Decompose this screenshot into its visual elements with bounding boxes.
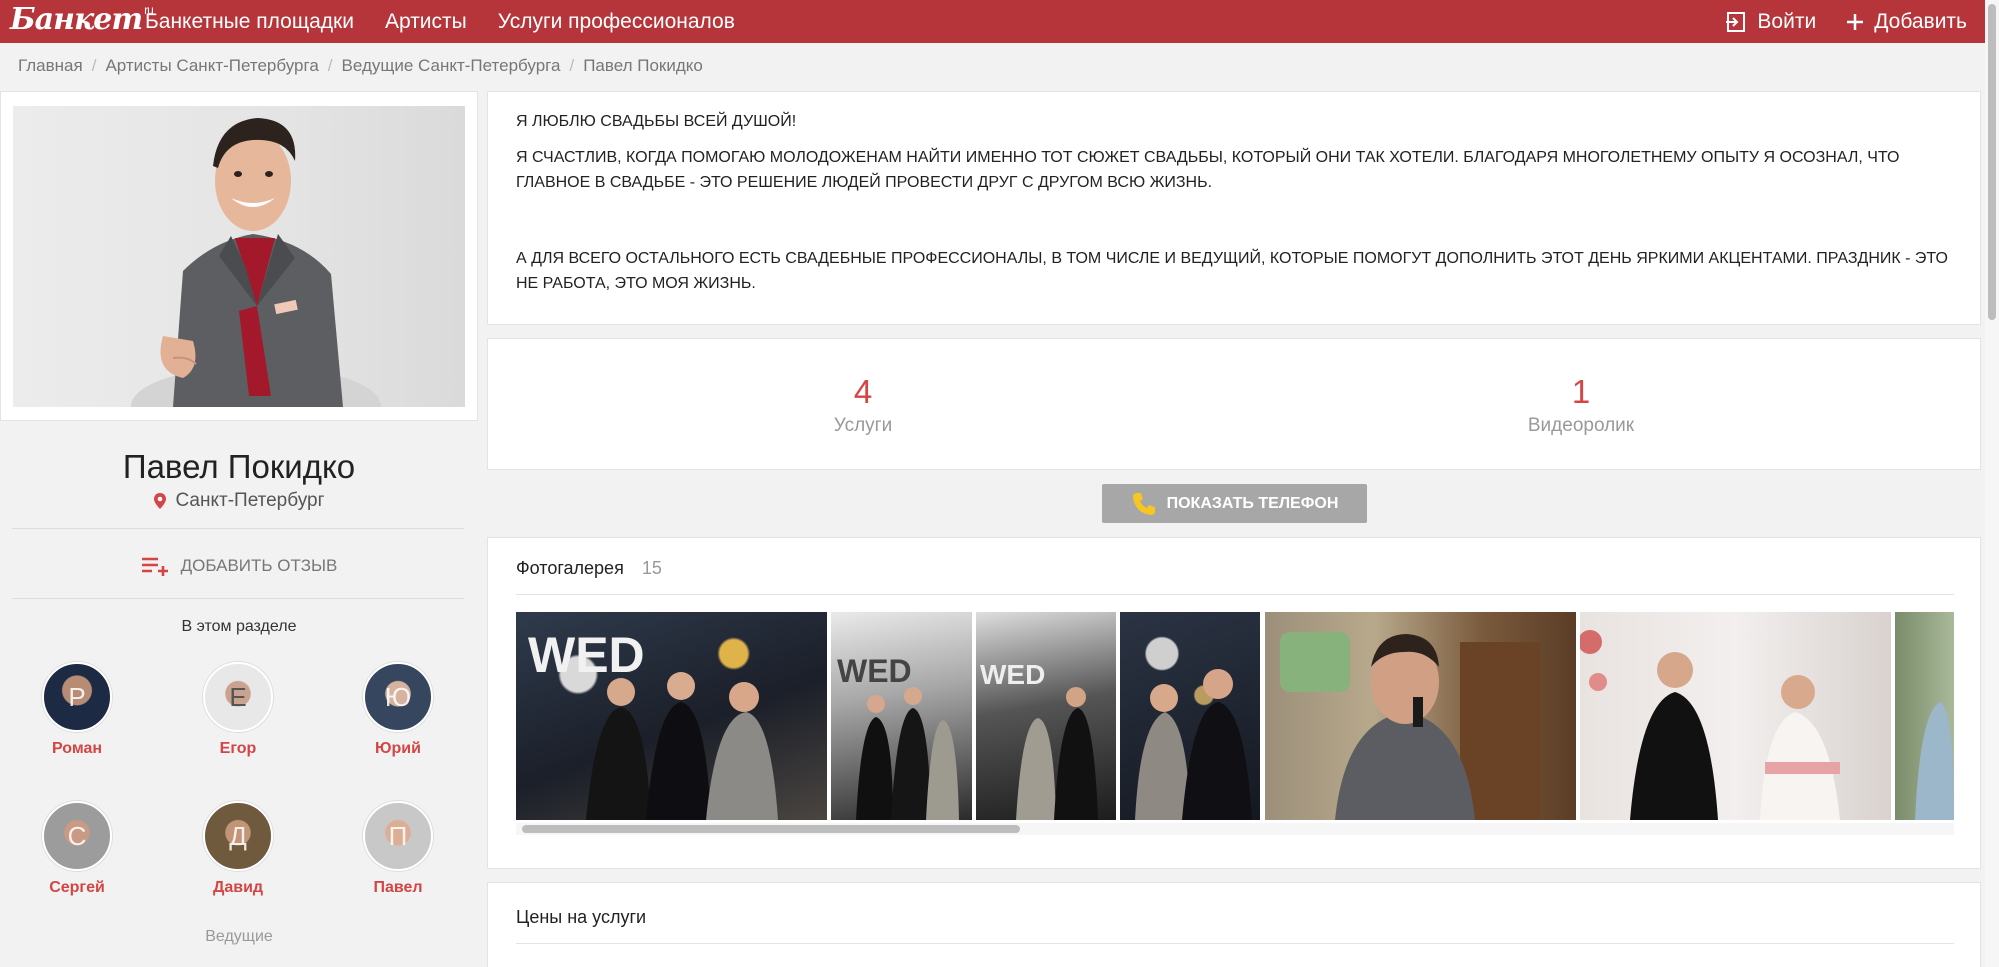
avatar: Р [42,662,112,732]
avatar: Е [203,662,273,732]
add-list-icon [141,557,168,576]
nav-artists[interactable]: Артисты [385,10,467,34]
page-scrollbar[interactable] [1985,0,1999,967]
divider [12,528,464,529]
phone-icon [1132,492,1155,515]
gallery-strip: WED WED WED [516,612,1954,820]
about-card: Я ЛЮБЛЮ СВАДЬБЫ ВСЕЙ ДУШОЙ! Я СЧАСТЛИВ, … [487,91,1981,325]
main-nav: Банкетные площадки Артисты Услуги профес… [145,0,735,43]
artist-city: Санкт-Петербург [0,490,478,512]
related-artist-roman[interactable]: Р Роман [22,662,132,758]
gallery-scrollbar[interactable] [516,823,1954,835]
show-phone-button[interactable]: ПОКАЗАТЬ ТЕЛЕФОН [1102,484,1367,523]
gallery-count: 15 [641,558,662,578]
header-actions: Войти Добавить [1725,0,1967,43]
about-paragraph: А ДЛЯ ВСЕГО ОСТАЛЬНОГО ЕСТЬ СВАДЕБНЫЕ ПР… [516,250,1948,292]
nav-banquet-venues[interactable]: Банкетные площадки [145,10,354,34]
scrollbar-thumb[interactable] [1988,4,1996,320]
section-title: В этом разделе [181,618,297,635]
related-artist-egor[interactable]: Е Егор [183,662,293,758]
login-icon [1726,11,1746,32]
avatar: П [363,801,433,871]
gallery-photo[interactable] [1120,612,1260,820]
breadcrumb-separator: / [91,56,97,75]
prices-title: Цены на услуги [516,907,647,927]
divider [12,598,464,599]
svg-text:WED: WED [837,653,912,689]
gallery-scrollbar-thumb[interactable] [522,825,1020,833]
nav-pro-services[interactable]: Услуги профессионалов [498,10,735,34]
breadcrumb-current: Павел Покидко [583,56,703,75]
related-artist-pavel[interactable]: П Павел [343,801,453,897]
gallery-photo[interactable]: WED [516,612,827,820]
related-artist-yuriy[interactable]: Ю Юрий [343,662,453,758]
breadcrumb-separator: / [327,56,333,75]
profile-photo-illustration [131,118,381,407]
related-artist-david[interactable]: Д Давид [183,801,293,897]
avatar: Ю [363,662,433,732]
gallery-photo[interactable]: WED [976,612,1116,820]
breadcrumb-artists-spb[interactable]: Артисты Санкт-Петербурга [105,56,318,76]
svg-text:WED: WED [980,659,1045,690]
gallery-photo[interactable]: WED [831,612,972,820]
breadcrumb-hosts-spb[interactable]: Ведущие Санкт-Петербурга [342,56,561,76]
gallery-title: Фотогалерея [516,558,624,578]
gallery-photo[interactable] [1895,612,1954,820]
gallery-photo[interactable] [1580,612,1891,820]
about-paragraph: Я СЧАСТЛИВ, КОГДА ПОМОГАЮ МОЛОДОЖЕНАМ НА… [516,149,1900,191]
avatar: Д [203,801,273,871]
category-link[interactable]: Ведущие [0,928,478,946]
divider [516,943,1954,944]
add-review-button[interactable]: ДОБАВИТЬ ОТЗЫВ [0,555,478,577]
videos-stat[interactable]: 1 Видеоролик [1431,373,1731,437]
profile-sidebar: Павел Покидко Санкт-Петербург ДОБАВИТЬ О… [0,91,478,967]
related-artist-sergey[interactable]: С Сергей [22,801,132,897]
plus-icon [1847,13,1864,30]
prices-card: Цены на услуги [487,882,1981,967]
avatar: С [42,801,112,871]
services-stat[interactable]: 4 Услуги [713,373,1013,437]
login-button[interactable]: Войти [1725,10,1816,34]
gallery-photo[interactable] [1265,612,1576,820]
gallery-header: Фотогалерея 15 [516,558,662,579]
svg-text:WED: WED [528,627,645,683]
artist-name: Павел Покидко [122,448,356,485]
profile-photo[interactable] [13,106,465,407]
location-pin-icon [154,493,167,509]
divider [516,594,1954,595]
add-button[interactable]: Добавить [1846,10,1967,34]
profile-photo-card [0,91,478,421]
photo-gallery: Фотогалерея 15 WED WED WED [487,537,1981,869]
breadcrumb-home[interactable]: Главная [18,56,83,76]
site-logo[interactable]: Банкет ru [10,2,154,37]
stats-card: 4 Услуги 1 Видеоролик [487,338,1981,470]
top-navbar: Банкет ru Банкетные площадки Артисты Услу… [0,0,1985,43]
breadcrumb-separator: / [569,56,575,75]
breadcrumb: Главная / Артисты Санкт-Петербурга / Вед… [18,56,703,76]
about-paragraph: Я ЛЮБЛЮ СВАДЬБЫ ВСЕЙ ДУШОЙ! [516,113,797,130]
